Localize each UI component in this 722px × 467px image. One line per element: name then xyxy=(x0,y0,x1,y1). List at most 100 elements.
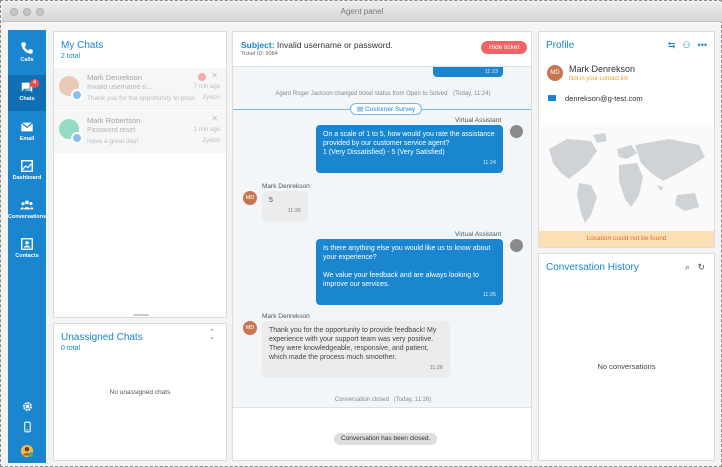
sender-name: Virtual Assistant xyxy=(455,231,502,238)
chat-list-item-1[interactable]: Mark Robertson Password reset Have a gre… xyxy=(54,111,226,153)
subject-label: Subject: xyxy=(241,40,275,50)
chat-subject: Password reset xyxy=(87,127,136,134)
close-chat-icon[interactable]: ✕ xyxy=(211,114,218,123)
message-bubble: Is there anything else you would like us… xyxy=(316,239,503,305)
message-bubble: On a scale of 1 to 5, how would you rate… xyxy=(316,125,503,173)
app-window: Agent panel Calls 4 Chats Email Dashboar… xyxy=(0,0,722,467)
assistant-avatar-icon xyxy=(510,239,523,252)
nav-calls[interactable]: Calls xyxy=(8,36,46,72)
sender-name: Mark Denrekson xyxy=(262,183,310,190)
phone-icon xyxy=(21,42,33,54)
phone-device-icon xyxy=(23,421,31,433)
nav-email-label: Email xyxy=(19,136,35,142)
search-icon[interactable]: ⌕ xyxy=(685,262,690,273)
history-title: Conversation History xyxy=(546,262,639,273)
chat-time: 1 min ago xyxy=(193,127,220,133)
gear-icon xyxy=(22,402,32,411)
sender-name: Mark Denrekson xyxy=(262,313,310,320)
message-text: On a scale of 1 to 5, how would you rate… xyxy=(323,131,495,156)
unassigned-total: 0 total xyxy=(61,345,81,352)
status-change-note: Agent Roger Jackson changed ticket statu… xyxy=(233,91,531,97)
chat-org: Zyxion xyxy=(202,138,220,144)
resize-handle[interactable] xyxy=(133,314,149,316)
main-sidebar: Calls 4 Chats Email Dashboard Conversati… xyxy=(8,30,46,463)
more-options-icon[interactable]: ••• xyxy=(698,40,707,51)
subject-text: Invalid username or password. xyxy=(276,40,393,50)
profile-panel: Profile ⇆ ⚇ ••• MD Mark Denrekson Not in… xyxy=(538,31,715,248)
message-bubble: 11:23 xyxy=(433,67,503,77)
close-chat-icon[interactable]: ✕ xyxy=(211,71,218,80)
nav-contacts-label: Contacts xyxy=(15,253,39,259)
nav-calls-label: Calls xyxy=(20,57,34,63)
message-bubble: 5 11:26 xyxy=(262,191,308,221)
conversation-panel: Subject: Invalid username or password. T… xyxy=(232,31,532,461)
history-empty: No conversations xyxy=(597,362,656,371)
dashboard-icon xyxy=(21,160,33,172)
my-chats-title: My Chats xyxy=(61,40,104,51)
status-change-text: Agent Roger Jackson changed ticket statu… xyxy=(275,91,448,97)
nav-dashboard-label: Dashboard xyxy=(12,175,42,181)
contact-card-icon xyxy=(21,238,33,250)
email-icon xyxy=(548,95,556,101)
chat-list-item-0[interactable]: Mark Denrekson Invalid username o... Tha… xyxy=(54,68,226,110)
assistant-avatar-icon xyxy=(510,125,523,138)
refresh-icon[interactable]: ↻ xyxy=(697,262,705,273)
nav-chats-label: Chats xyxy=(19,96,35,102)
sort-icon[interactable]: ⌃ ⌄ xyxy=(209,329,215,341)
window-title: Agent panel xyxy=(340,7,384,16)
conversation-closed-note: Conversation closed (Today, 11:26) xyxy=(233,397,533,403)
profile-actions: ⇆ ⚇ ••• xyxy=(668,40,707,51)
profile-name: Mark Denrekson xyxy=(569,64,636,74)
profile-title: Profile xyxy=(546,40,575,51)
chat-channel-icon xyxy=(71,89,83,101)
message-time: 11:26 xyxy=(429,365,443,371)
chat-preview: Thank you for the opportunity to provi..… xyxy=(87,95,197,102)
sender-name: Virtual Assistant xyxy=(455,117,502,124)
my-chats-total: 2 total xyxy=(61,53,81,60)
hide-ticket-button[interactable]: Hide ticket xyxy=(481,41,528,54)
message-time: 11:26 xyxy=(287,208,301,214)
chat-org: Zyxion xyxy=(202,95,220,101)
avatar-icon xyxy=(20,444,34,458)
profile-avatar: MD xyxy=(547,65,563,81)
status-change-time: (Today, 11:24) xyxy=(453,91,491,97)
my-chats-panel: My Chats 2 total Mark Denrekson Invalid … xyxy=(53,31,227,318)
conversation-closed-banner: Conversation has been closed. xyxy=(334,433,438,445)
divider xyxy=(233,407,531,408)
unread-dot-icon xyxy=(198,73,206,81)
unassigned-empty: No unassigned chats xyxy=(109,389,171,396)
unassigned-chats-panel: Unassigned Chats 0 total ⌃ ⌄ No unassigne… xyxy=(53,323,227,461)
chat-time: 7 min ago xyxy=(193,84,220,90)
user-avatar[interactable] xyxy=(8,444,46,460)
nav-contacts[interactable]: Contacts xyxy=(8,232,46,268)
nav-dashboard[interactable]: Dashboard xyxy=(8,154,46,190)
ticket-subject: Subject: Invalid username or password. xyxy=(241,40,393,50)
transfer-icon[interactable]: ⇆ xyxy=(668,40,676,51)
chat-channel-icon xyxy=(71,132,83,144)
add-contact-icon[interactable]: ⚇ xyxy=(682,40,690,51)
clipboard-icon: ▤ xyxy=(357,106,364,113)
nav-email[interactable]: Email xyxy=(8,115,46,151)
envelope-icon xyxy=(20,122,34,132)
message-list: 11:23 Agent Roger Jackson changed ticket… xyxy=(233,67,531,407)
message-time: 11:26 xyxy=(482,292,496,298)
nav-conversations[interactable]: Conversations xyxy=(8,193,46,229)
window-titlebar: Agent panel xyxy=(2,2,722,22)
chat-name: Mark Denrekson xyxy=(87,73,143,82)
ticket-id: Ticket ID: 9084 xyxy=(241,51,278,57)
nav-chats[interactable]: 4 Chats xyxy=(8,75,46,111)
customer-survey-tag: ▤ Customer Survey xyxy=(350,103,423,115)
message-time: 11:24 xyxy=(482,160,496,166)
unassigned-title: Unassigned Chats xyxy=(61,332,143,343)
people-icon xyxy=(20,200,34,210)
message-time: 11:23 xyxy=(484,69,498,75)
nav-conversations-label: Conversations xyxy=(8,214,47,220)
profile-email[interactable]: denrekson@g-test.com xyxy=(565,94,643,103)
location-error-bar: Location could not be found xyxy=(539,231,714,247)
chat-name: Mark Robertson xyxy=(87,116,141,125)
logout-button[interactable] xyxy=(8,421,46,435)
customer-avatar: MD xyxy=(243,191,257,205)
message-text: 5 xyxy=(269,197,273,204)
settings-button[interactable] xyxy=(8,401,46,414)
customer-survey-label: Customer Survey xyxy=(364,106,416,113)
